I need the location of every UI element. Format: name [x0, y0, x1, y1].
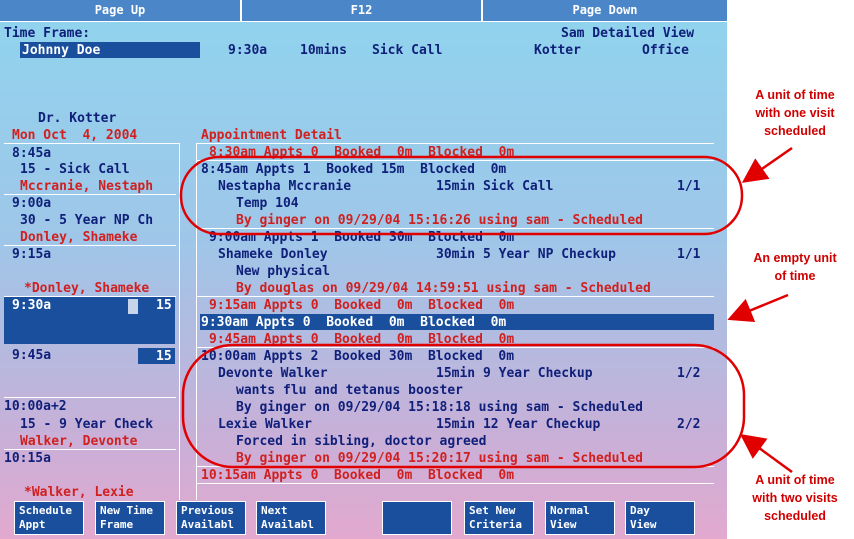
one-visit-ellipse — [179, 155, 744, 236]
arrow-two-visits — [739, 434, 793, 474]
annotation-two-visits: A unit of time with two visits scheduled — [752, 473, 838, 523]
annotation-one-visit: A unit of time with one visit scheduled — [755, 88, 835, 138]
annotation-overlay — [179, 146, 793, 474]
arrow-one-visit — [741, 146, 793, 183]
arrow-empty-unit — [727, 293, 789, 322]
two-visit-ellipse — [181, 343, 746, 469]
annotation-empty-unit: An empty unit of time — [753, 251, 837, 283]
